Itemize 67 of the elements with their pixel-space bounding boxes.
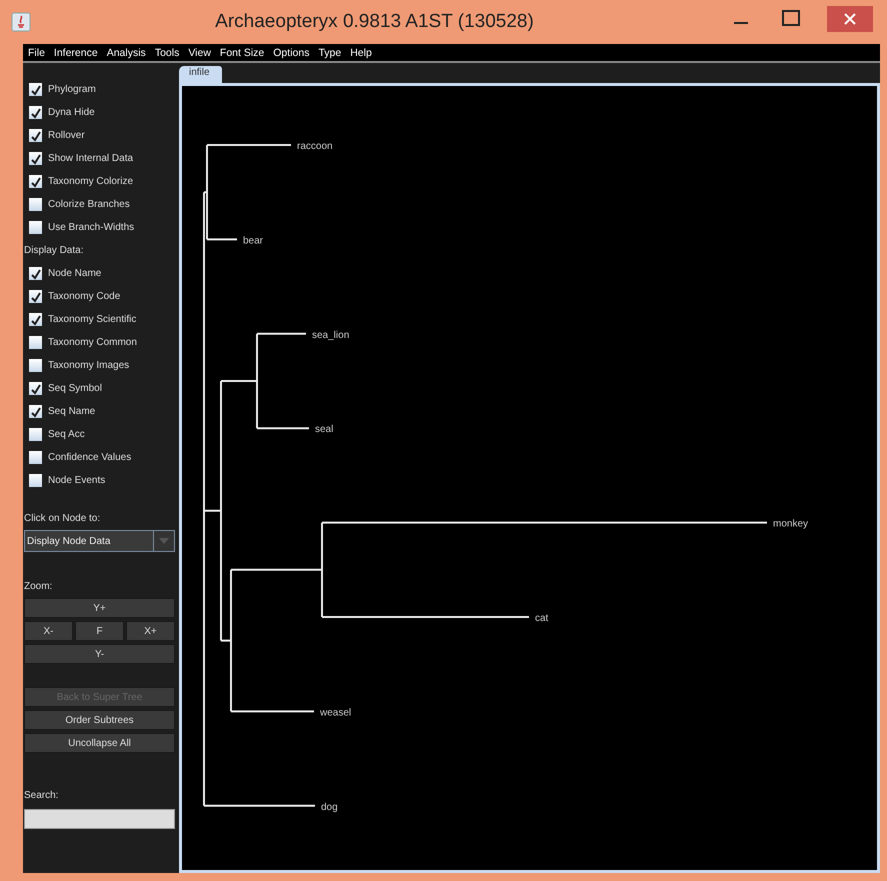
checkbox[interactable] — [29, 129, 42, 142]
java-app-icon — [11, 12, 31, 32]
checkbox-label[interactable]: Seq Name — [48, 406, 96, 417]
leaf-label[interactable]: seal — [315, 424, 334, 436]
zoom-button[interactable]: X+ — [126, 621, 175, 641]
checkbox[interactable] — [29, 382, 42, 395]
checkbox[interactable] — [29, 405, 42, 418]
checkbox[interactable] — [29, 451, 42, 464]
menu-item[interactable]: Type — [318, 46, 342, 58]
checkbox-label[interactable]: Taxonomy Code — [48, 291, 120, 302]
leaf-label[interactable]: dog — [321, 802, 338, 813]
checkbox[interactable] — [29, 198, 42, 211]
checkbox-label[interactable]: Taxonomy Images — [48, 360, 130, 371]
checkbox-label[interactable]: Use Branch-Widths — [48, 222, 134, 233]
search-field[interactable] — [24, 809, 175, 829]
leaf-label[interactable]: cat — [535, 613, 548, 624]
checkbox-label[interactable]: Rollover — [48, 130, 85, 141]
action-button[interactable]: Uncollapse All — [24, 733, 175, 753]
checkbox-label[interactable]: Confidence Values — [48, 452, 132, 463]
leaf-label[interactable]: sea_lion — [312, 330, 350, 341]
checkbox-label[interactable]: Node Name — [48, 268, 102, 279]
zoom-button[interactable]: Y- — [24, 644, 175, 664]
leaf-label[interactable]: weasel — [320, 707, 352, 718]
leaf-label[interactable]: bear — [243, 235, 264, 246]
checkbox[interactable] — [29, 267, 42, 280]
checkbox[interactable] — [29, 428, 42, 441]
fit-button[interactable]: F — [75, 621, 124, 641]
checkbox-label[interactable]: Seq Acc — [48, 429, 85, 440]
section-label: Search: — [24, 790, 58, 801]
action-dropdown[interactable]: Display Node Data — [24, 530, 175, 552]
checkbox[interactable] — [29, 359, 42, 372]
menu-item[interactable]: Help — [350, 46, 372, 58]
checkbox-label[interactable]: Taxonomy Common — [48, 337, 137, 348]
leaf-label[interactable]: monkey — [773, 518, 808, 530]
zoom-button[interactable]: Y+ — [24, 598, 175, 618]
checkbox[interactable] — [29, 106, 42, 119]
checkbox[interactable] — [29, 175, 42, 188]
menu-item[interactable]: View — [188, 46, 211, 58]
zoom-button[interactable]: X- — [24, 621, 73, 641]
checkbox[interactable] — [29, 221, 42, 234]
leaf-label[interactable]: raccoon — [297, 141, 333, 152]
checkbox-label[interactable]: Show Internal Data — [48, 153, 134, 164]
checkbox-label[interactable]: Taxonomy Scientific — [48, 314, 136, 325]
window-title: Archaeopteryx 0.9813 A1ST (130528) — [214, 11, 535, 33]
checkbox-label[interactable]: Node Events — [48, 475, 106, 486]
section-label: Click on Node to: — [24, 513, 100, 524]
checkbox[interactable] — [29, 336, 42, 349]
checkbox-label[interactable]: Colorize Branches — [48, 199, 130, 210]
menu-item[interactable]: File — [28, 46, 45, 58]
checkbox[interactable] — [29, 152, 42, 165]
menu-item[interactable]: Font Size — [220, 46, 264, 58]
checkbox[interactable] — [29, 474, 42, 487]
checkbox-label[interactable]: Seq Symbol — [48, 383, 102, 394]
action-button[interactable]: Order Subtrees — [24, 710, 175, 730]
menu-item[interactable]: Tools — [154, 46, 180, 58]
checkbox[interactable] — [29, 313, 42, 326]
menu-item[interactable]: Options — [273, 46, 310, 58]
checkbox[interactable] — [29, 83, 42, 96]
menu-item[interactable]: Inference — [54, 46, 98, 58]
checkbox[interactable] — [29, 290, 42, 303]
tab[interactable]: infile — [179, 66, 222, 83]
menu-item[interactable]: Analysis — [106, 46, 146, 58]
checkbox-label[interactable]: Taxonomy Colorize — [48, 176, 134, 187]
checkbox-label[interactable]: Dyna Hide — [48, 107, 95, 118]
checkbox-label[interactable]: Phylogram — [48, 84, 96, 95]
section-label: Zoom: — [24, 581, 52, 592]
section-label: Display Data: — [24, 245, 84, 256]
